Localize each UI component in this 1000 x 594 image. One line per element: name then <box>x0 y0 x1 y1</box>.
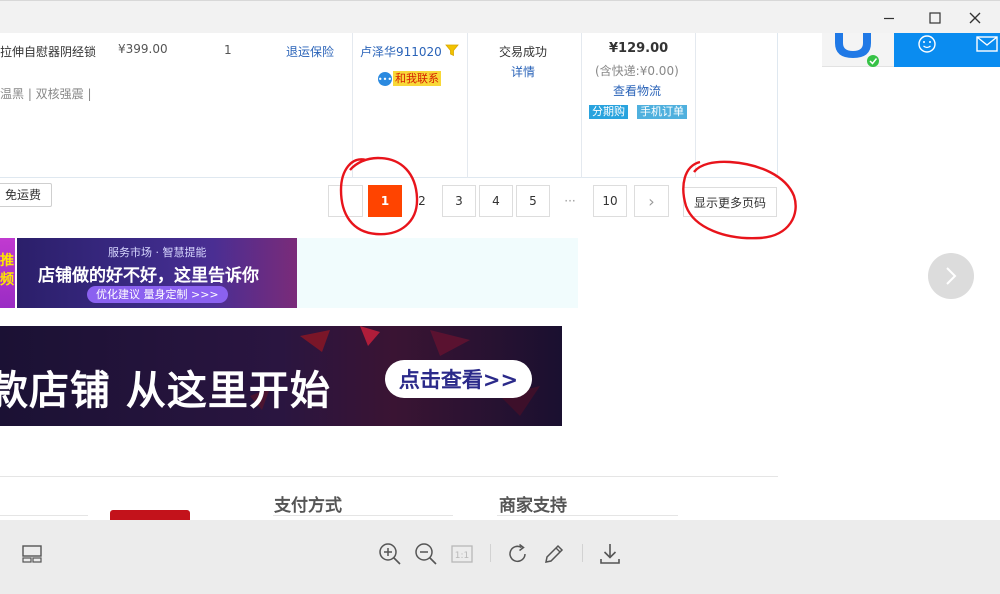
edit-button[interactable] <box>540 540 568 568</box>
banner-headline: 店铺做的好不好，这里告诉你 <box>38 266 259 286</box>
next-page-button[interactable]: › <box>634 185 669 217</box>
actual-size-button[interactable]: 1:1 <box>448 540 476 568</box>
shipping-fee: (含快递:¥0.00) <box>595 64 679 78</box>
footer-divider <box>497 515 678 516</box>
mail-icon[interactable] <box>976 35 998 53</box>
product-specs: 温黑 | 双核强震 | <box>0 87 92 101</box>
action-cell <box>695 33 778 178</box>
maximize-button[interactable] <box>924 7 946 29</box>
chevron-right-icon <box>946 267 957 285</box>
installment-tag: 分期购 <box>589 105 628 119</box>
page-5-button[interactable]: 5 <box>516 185 550 217</box>
zoom-in-button[interactable] <box>376 540 404 568</box>
show-more-pages-button[interactable]: 显示更多页码 <box>683 187 777 217</box>
rotate-icon <box>509 543 526 563</box>
merchant-support-heading: 商家支持 <box>499 496 567 516</box>
svg-text:•••: ••• <box>378 75 392 84</box>
trade-status: 交易成功 <box>499 45 548 59</box>
view-logistics-link[interactable]: 查看物流 <box>613 82 661 99</box>
return-insurance-link[interactable]: 退运保险 <box>286 43 334 60</box>
unit-price: ¥399.00 <box>118 42 168 56</box>
free-shipping-button[interactable]: 免运费 <box>0 183 53 207</box>
maximize-icon <box>929 12 941 24</box>
brand-logo-fragment <box>110 510 190 520</box>
widget-action-bar <box>894 33 1000 67</box>
pencil-icon <box>545 544 564 563</box>
zoom-in-icon <box>379 543 401 565</box>
thumbnail-layout-icon <box>22 545 42 563</box>
smiley-icon[interactable] <box>917 34 937 54</box>
zoom-out-icon <box>415 543 437 565</box>
page-10-button[interactable]: 10 <box>593 185 627 217</box>
chat-bubble-icon: ••• <box>378 72 392 86</box>
side-widget <box>822 33 1000 67</box>
actual-size-icon: 1:1 <box>451 545 473 563</box>
service-market-banner[interactable]: 服务市场 · 智慧提能 店铺做的好不好，这里告诉你 优化建议 量身定制 >>> <box>17 238 297 308</box>
page-4-button[interactable]: 4 <box>479 185 513 217</box>
close-icon <box>969 12 981 24</box>
page-ellipsis: ··· <box>553 185 587 217</box>
banner-background-extension <box>297 238 578 308</box>
toolbar-separator <box>490 544 491 562</box>
status-cell: 交易成功 详情 <box>467 33 581 178</box>
page-3-button[interactable]: 3 <box>442 185 476 217</box>
click-to-view-button[interactable]: 点击查看>> <box>385 360 532 398</box>
toolbar-separator <box>582 544 583 562</box>
widget-avatar-panel <box>822 33 894 67</box>
footer-divider <box>273 515 453 516</box>
zoom-out-button[interactable] <box>412 540 440 568</box>
banner-small-text: 服务市场 · 智慧提能 <box>108 246 207 259</box>
minimize-button[interactable] <box>878 7 900 29</box>
thumbnail-view-button[interactable] <box>18 540 46 568</box>
shop-promo-banner[interactable]: 款店铺 从这里开始 点击查看>> <box>0 326 562 426</box>
seller-cell: 卢泽华911020 ••• 和我联系 <box>352 33 467 178</box>
image-viewer-canvas: 拉伸自慰器阴经锁 温黑 | 双核强震 | ¥399.00 1 退运保险 卢泽华9… <box>0 33 1000 520</box>
page-2-button[interactable]: 2 <box>405 185 439 217</box>
rotate-button[interactable] <box>504 540 532 568</box>
promo-headline: 款店铺 从这里开始 <box>0 368 331 414</box>
filter-icon[interactable] <box>445 43 459 57</box>
page-1-button[interactable]: 1 <box>368 185 402 217</box>
viewer-toolbar: 1:1 <box>0 520 1000 594</box>
quantity: 1 <box>224 43 232 57</box>
minimize-icon <box>884 17 894 20</box>
svg-text:1:1: 1:1 <box>455 551 469 561</box>
prev-page-button[interactable] <box>328 185 363 217</box>
contact-seller-label: 和我联系 <box>393 71 441 86</box>
side-banner-text: 推 频 <box>0 253 14 288</box>
seller-name-link[interactable]: 卢泽华911020 <box>360 43 442 60</box>
banner-optimize-button[interactable]: 优化建议 量身定制 >>> <box>87 286 228 303</box>
side-banner-fragment[interactable]: 推 频 <box>0 238 15 308</box>
total-cell: ¥129.00 (含快递:¥0.00) 查看物流 分期购 手机订单 <box>581 33 695 178</box>
download-icon <box>600 544 620 564</box>
footer-divider <box>0 515 88 516</box>
product-title[interactable]: 拉伸自慰器阴经锁 <box>0 43 96 60</box>
download-button[interactable] <box>596 540 624 568</box>
section-divider <box>0 476 778 477</box>
next-slide-button[interactable] <box>928 253 974 299</box>
app-logo-icon[interactable] <box>833 33 881 67</box>
payment-methods-heading: 支付方式 <box>274 496 342 516</box>
mobile-order-tag: 手机订单 <box>637 105 687 119</box>
order-details-link[interactable]: 详情 <box>511 63 535 80</box>
window-titlebar <box>0 0 1000 33</box>
close-button[interactable] <box>964 7 986 29</box>
order-row: 拉伸自慰器阴经锁 温黑 | 双核强震 | ¥399.00 1 退运保险 卢泽华9… <box>0 33 778 178</box>
total-price: ¥129.00 <box>609 41 669 56</box>
